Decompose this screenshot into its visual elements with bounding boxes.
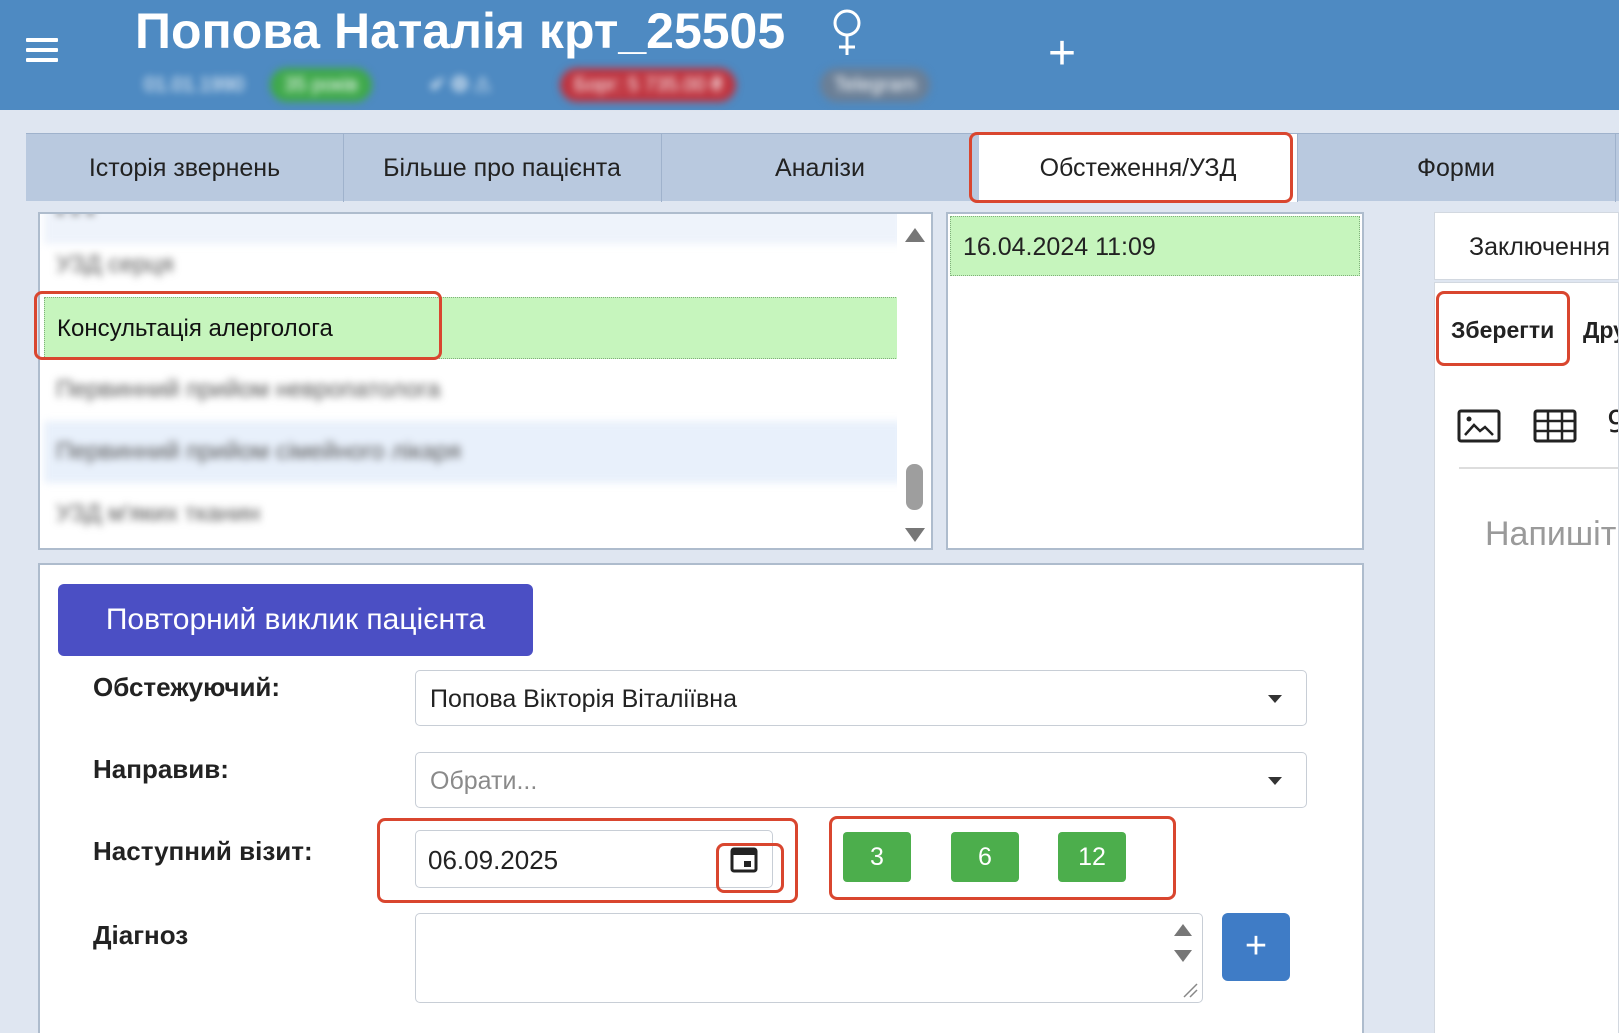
next-visit-label: Наступний візит: [93,836,313,866]
tab-forms[interactable]: Форми [1297,134,1616,202]
conclusion-panel: Заключення Зберегти Дру 9 Напишіт [1434,212,1619,1033]
patient-name: Попова Наталія крт_25505 [135,3,786,59]
next-visit-date-input[interactable]: 06.09.2025 [415,830,773,888]
more-tools-icon[interactable]: 9 [1607,405,1618,445]
examiner-select[interactable]: Попова Вікторія Віталіївна [415,670,1307,726]
scroll-thumb[interactable] [906,464,923,510]
editor-placeholder[interactable]: Напишіт [1485,515,1616,554]
telegram-badge[interactable]: Telegram [820,68,931,102]
list-item-selected[interactable]: Консультація алерголога [44,297,904,359]
calendar-icon[interactable] [730,845,758,873]
scroll-up-icon[interactable] [905,228,925,242]
list-item[interactable]: Первинний прийом сімейного лікаря [44,421,904,483]
spin-up-icon[interactable] [1174,924,1192,936]
diagnosis-label: Діагноз [93,920,189,950]
referrer-select[interactable]: Обрати... [415,752,1307,808]
recall-patient-button[interactable]: Повторний виклик пацієнта [58,584,533,656]
list-item[interactable]: УЗД серця [44,234,904,296]
exam-type-list: • • • УЗД серця Консультація алерголога … [38,212,933,550]
diagnosis-textarea[interactable] [415,913,1203,1003]
referrer-placeholder: Обрати... [430,767,538,795]
referrer-label: Направив: [93,754,229,784]
spin-down-icon[interactable] [1174,950,1192,962]
main-tabs: Історія звернень Більше про пацієнта Ана… [26,133,1619,202]
next-visit-3-months-button[interactable]: 3 [843,832,911,882]
next-visit-6-months-button[interactable]: 6 [951,832,1019,882]
tab-analyses[interactable]: Аналізи [661,134,980,202]
insert-image-icon[interactable] [1457,409,1501,443]
conclusion-editor: Зберегти Дру 9 Напишіт [1434,282,1619,1033]
add-diagnosis-button[interactable]: + [1222,913,1290,981]
list-scrollbar[interactable] [897,214,931,548]
status-icons: ✔ ❂ ⚠ [429,74,492,96]
tab-patient-details[interactable]: Більше про пацієнта [343,134,662,202]
date-list-item[interactable]: 16.04.2024 11:09 [950,216,1360,276]
examiner-value: Попова Вікторія Віталіївна [430,685,738,713]
list-item[interactable]: Первинний прийом невропатолога [44,359,904,421]
list-item[interactable]: УЗД м'яких тканин [44,483,904,545]
insert-table-icon[interactable] [1533,409,1577,443]
chevron-down-icon [1268,695,1282,703]
birth-date: 01.01.1990 [144,74,245,96]
tab-visit-history[interactable]: Історія звернень [26,134,344,202]
examiner-label: Обстежуючий: [93,672,281,702]
age-badge: 35 років [270,68,372,102]
editor-divider [1459,467,1618,469]
next-visit-12-months-button[interactable]: 12 [1058,832,1126,882]
exam-dates-list: 16.04.2024 11:09 [946,212,1364,550]
scroll-down-icon[interactable] [905,528,925,542]
tab-conclusion[interactable]: Заключення [1434,212,1619,280]
chevron-down-icon [1268,777,1282,785]
patient-info-row: 01.01.1990 35 років ✔ ❂ ⚠ Борг: 5 735.00… [130,64,1010,106]
female-gender-icon [833,9,861,55]
other-button[interactable]: Дру [1583,317,1618,344]
resize-handle-icon[interactable] [1182,982,1198,998]
hamburger-menu-icon[interactable] [26,38,58,66]
tab-examinations[interactable]: Обстеження/УЗД [979,134,1298,202]
save-button[interactable]: Зберегти [1451,317,1554,344]
debt-badge: Борг: 5 735.00 ₴ [560,68,737,102]
add-patient-tab-button[interactable]: + [1048,30,1076,78]
